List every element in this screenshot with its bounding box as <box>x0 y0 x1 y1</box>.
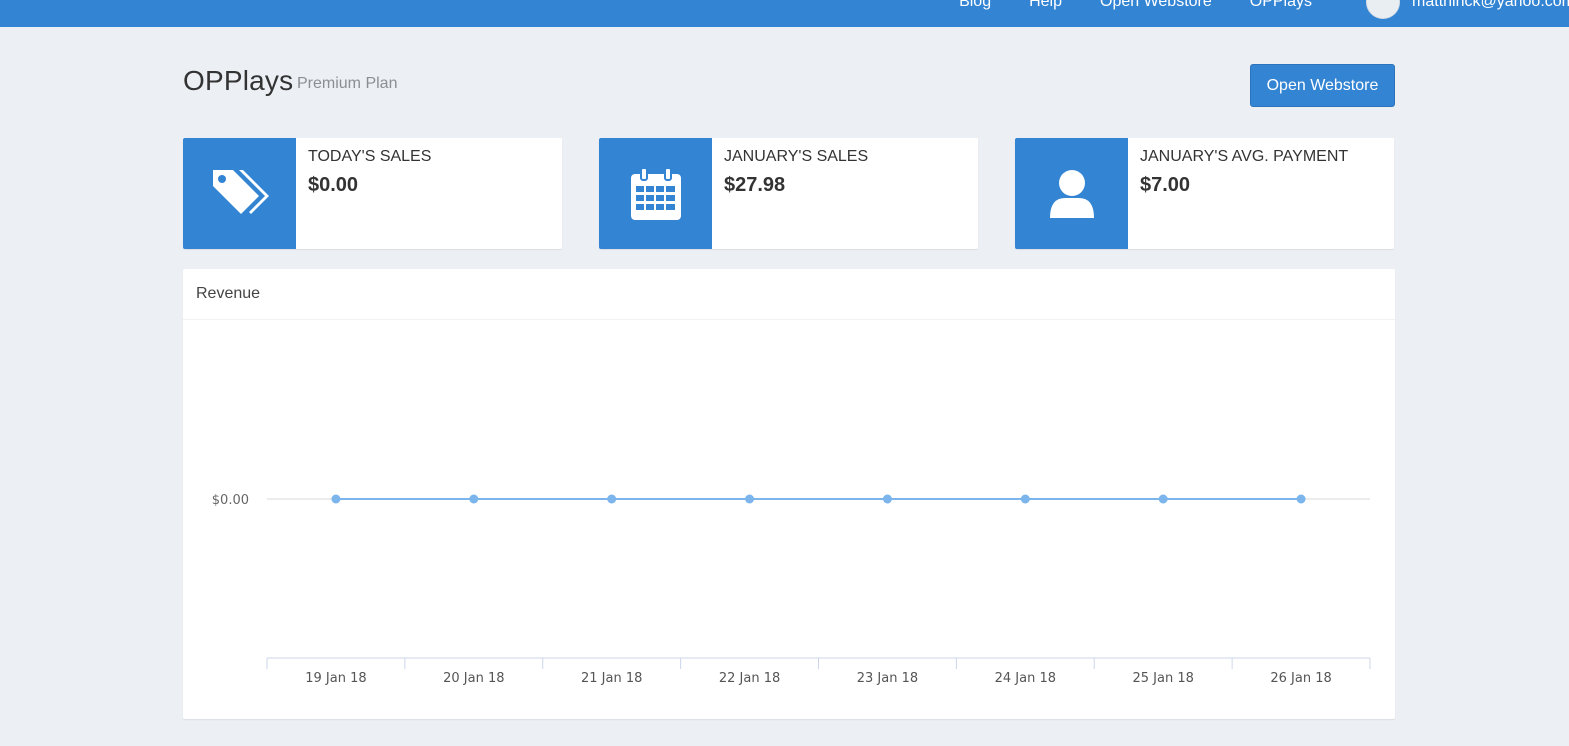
data-point <box>1296 494 1306 504</box>
data-point <box>607 494 617 504</box>
stat-value: $0.00 <box>308 174 359 196</box>
top-navbar: Blog Help Open Webstore OPPlays matthinc… <box>0 0 1569 27</box>
stat-label: TODAY'S SALES <box>308 148 432 165</box>
x-tick-label: 20 Jan 18 <box>443 671 504 686</box>
x-tick-label: 26 Jan 18 <box>1270 671 1331 686</box>
stat-card-january-avg-payment: JANUARY'S AVG. PAYMENT $7.00 <box>1015 138 1394 249</box>
user-icon <box>1015 138 1128 249</box>
x-tick-label: 21 Jan 18 <box>581 671 642 686</box>
x-tick-label: 22 Jan 18 <box>719 671 780 686</box>
page-title: OPPlays <box>183 65 294 96</box>
x-tick-label: 24 Jan 18 <box>995 671 1056 686</box>
stat-card-january-sales: JANUARY'S SALES $27.98 <box>599 138 978 249</box>
plan-badge: Premium Plan <box>297 75 398 92</box>
x-tick-label: 23 Jan 18 <box>857 671 918 686</box>
data-point <box>1020 494 1030 504</box>
y-tick-label: $0.00 <box>212 493 249 508</box>
top-nav: Blog Help Open Webstore OPPlays matthinc… <box>959 0 1569 19</box>
stat-value: $27.98 <box>724 174 786 196</box>
data-point <box>882 494 892 504</box>
calendar-icon <box>599 138 712 249</box>
x-tick-label: 19 Jan 18 <box>305 671 366 686</box>
data-point <box>745 494 755 504</box>
stat-label: JANUARY'S AVG. PAYMENT <box>1140 148 1349 165</box>
stat-value: $7.00 <box>1140 174 1191 196</box>
stat-card-todays-sales: TODAY'S SALES $0.00 <box>183 138 562 249</box>
nav-link-store[interactable]: OPPlays <box>1250 0 1312 11</box>
data-point <box>469 494 479 504</box>
nav-link-help[interactable]: Help <box>1029 0 1062 11</box>
revenue-chart: $0.00 19 Jan 18 20 Jan 18 21 Jan 18 22 Jan 1… <box>212 493 1371 686</box>
nav-link-blog[interactable]: Blog <box>959 0 991 11</box>
tags-icon <box>183 138 296 249</box>
x-tick-label: 25 Jan 18 <box>1132 671 1193 686</box>
nav-link-open-webstore[interactable]: Open Webstore <box>1100 0 1212 11</box>
revenue-panel: Revenue $0.00 19 Jan 18 20 Jan 18 21 Jan 18… <box>183 269 1395 719</box>
user-email[interactable]: matthinck@yahoo.com <box>1412 0 1569 11</box>
data-point <box>1158 494 1168 504</box>
stat-label: JANUARY'S SALES <box>724 148 869 165</box>
open-webstore-button[interactable]: Open Webstore <box>1250 64 1395 107</box>
avatar[interactable] <box>1366 0 1401 19</box>
data-point <box>331 494 341 504</box>
page-header: OPPlays Premium Plan Open Webstore <box>183 62 1395 108</box>
